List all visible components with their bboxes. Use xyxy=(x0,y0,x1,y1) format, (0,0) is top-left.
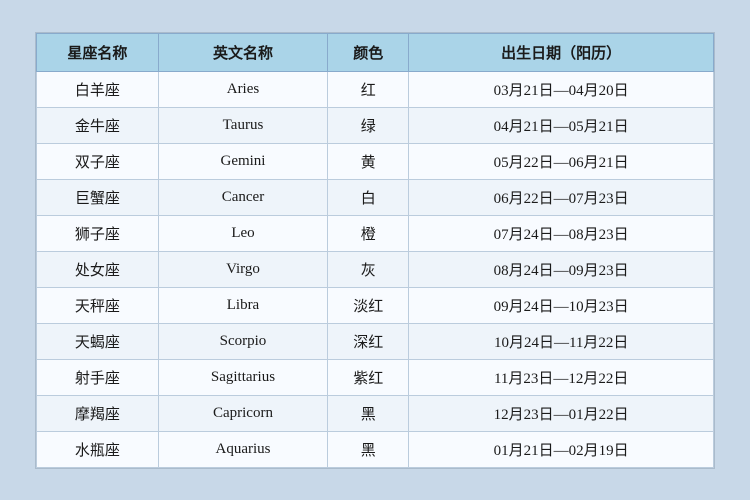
table-row: 射手座Sagittarius紫红11月23日—12月22日 xyxy=(37,359,714,395)
cell-chinese: 处女座 xyxy=(37,251,159,287)
cell-english: Gemini xyxy=(158,143,327,179)
zodiac-table: 星座名称 英文名称 颜色 出生日期（阳历） 白羊座Aries红03月21日—04… xyxy=(36,33,714,468)
cell-english: Taurus xyxy=(158,107,327,143)
cell-color: 黄 xyxy=(328,143,409,179)
cell-color: 黑 xyxy=(328,431,409,467)
cell-english: Virgo xyxy=(158,251,327,287)
cell-english: Aquarius xyxy=(158,431,327,467)
table-row: 处女座Virgo灰08月24日—09月23日 xyxy=(37,251,714,287)
zodiac-table-container: 星座名称 英文名称 颜色 出生日期（阳历） 白羊座Aries红03月21日—04… xyxy=(35,32,715,469)
table-row: 天蝎座Scorpio深红10月24日—11月22日 xyxy=(37,323,714,359)
header-english: 英文名称 xyxy=(158,33,327,71)
cell-chinese: 金牛座 xyxy=(37,107,159,143)
cell-chinese: 巨蟹座 xyxy=(37,179,159,215)
table-row: 白羊座Aries红03月21日—04月20日 xyxy=(37,71,714,107)
cell-date: 11月23日—12月22日 xyxy=(409,359,714,395)
cell-english: Libra xyxy=(158,287,327,323)
cell-color: 红 xyxy=(328,71,409,107)
cell-date: 12月23日—01月22日 xyxy=(409,395,714,431)
cell-date: 08月24日—09月23日 xyxy=(409,251,714,287)
cell-chinese: 射手座 xyxy=(37,359,159,395)
cell-chinese: 双子座 xyxy=(37,143,159,179)
cell-date: 04月21日—05月21日 xyxy=(409,107,714,143)
cell-english: Leo xyxy=(158,215,327,251)
cell-color: 深红 xyxy=(328,323,409,359)
cell-color: 黑 xyxy=(328,395,409,431)
cell-chinese: 水瓶座 xyxy=(37,431,159,467)
cell-color: 绿 xyxy=(328,107,409,143)
cell-date: 06月22日—07月23日 xyxy=(409,179,714,215)
cell-english: Scorpio xyxy=(158,323,327,359)
cell-english: Sagittarius xyxy=(158,359,327,395)
header-chinese: 星座名称 xyxy=(37,33,159,71)
header-date: 出生日期（阳历） xyxy=(409,33,714,71)
table-row: 天秤座Libra淡红09月24日—10月23日 xyxy=(37,287,714,323)
table-row: 巨蟹座Cancer白06月22日—07月23日 xyxy=(37,179,714,215)
cell-date: 10月24日—11月22日 xyxy=(409,323,714,359)
cell-chinese: 狮子座 xyxy=(37,215,159,251)
table-row: 摩羯座Capricorn黑12月23日—01月22日 xyxy=(37,395,714,431)
cell-chinese: 天秤座 xyxy=(37,287,159,323)
table-row: 金牛座Taurus绿04月21日—05月21日 xyxy=(37,107,714,143)
table-header-row: 星座名称 英文名称 颜色 出生日期（阳历） xyxy=(37,33,714,71)
cell-date: 03月21日—04月20日 xyxy=(409,71,714,107)
cell-color: 灰 xyxy=(328,251,409,287)
table-body: 白羊座Aries红03月21日—04月20日金牛座Taurus绿04月21日—0… xyxy=(37,71,714,467)
cell-color: 淡红 xyxy=(328,287,409,323)
cell-english: Capricorn xyxy=(158,395,327,431)
cell-color: 紫红 xyxy=(328,359,409,395)
cell-color: 橙 xyxy=(328,215,409,251)
cell-color: 白 xyxy=(328,179,409,215)
cell-date: 07月24日—08月23日 xyxy=(409,215,714,251)
cell-chinese: 摩羯座 xyxy=(37,395,159,431)
cell-date: 01月21日—02月19日 xyxy=(409,431,714,467)
cell-chinese: 白羊座 xyxy=(37,71,159,107)
cell-english: Cancer xyxy=(158,179,327,215)
table-row: 双子座Gemini黄05月22日—06月21日 xyxy=(37,143,714,179)
table-row: 水瓶座Aquarius黑01月21日—02月19日 xyxy=(37,431,714,467)
cell-date: 05月22日—06月21日 xyxy=(409,143,714,179)
cell-date: 09月24日—10月23日 xyxy=(409,287,714,323)
cell-chinese: 天蝎座 xyxy=(37,323,159,359)
table-row: 狮子座Leo橙07月24日—08月23日 xyxy=(37,215,714,251)
cell-english: Aries xyxy=(158,71,327,107)
header-color: 颜色 xyxy=(328,33,409,71)
